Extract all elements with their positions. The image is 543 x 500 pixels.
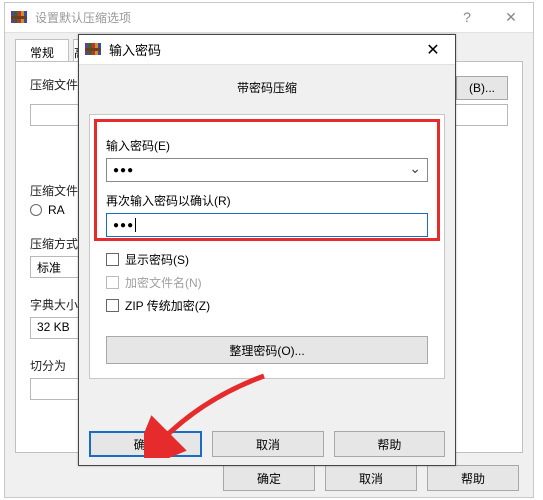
parent-titlebar: 设置默认压缩选项 ? ✕ xyxy=(5,3,533,33)
confirm-password-input[interactable]: ●●● xyxy=(106,213,428,237)
modal-close-icon[interactable]: ✕ xyxy=(411,40,455,60)
confirm-password-value: ●●● xyxy=(113,220,134,231)
winrar-icon xyxy=(85,41,103,59)
checkbox-icon xyxy=(106,299,119,312)
modal-heading: 带密码压缩 xyxy=(89,79,445,96)
organize-passwords-button[interactable]: 整理密码(O)... xyxy=(106,336,428,364)
encrypt-names-checkbox: 加密文件名(N) xyxy=(106,274,428,291)
password-fieldset: 输入密码(E) ●●● 再次输入密码以确认(R) ●●● 显示密码(S) xyxy=(89,114,445,379)
encrypt-names-label: 加密文件名(N) xyxy=(125,274,202,291)
modal-cancel-button[interactable]: 取消 xyxy=(212,431,323,457)
show-password-checkbox[interactable]: 显示密码(S) xyxy=(106,251,428,268)
modal-title: 输入密码 xyxy=(109,40,411,59)
password-input[interactable]: ●●● xyxy=(106,158,428,182)
archive-name-label: 压缩文件 xyxy=(30,78,78,92)
help-icon[interactable]: ? xyxy=(445,9,489,26)
winrar-icon xyxy=(11,9,29,27)
password-value: ●●● xyxy=(113,165,134,176)
confirm-password-label: 再次输入密码以确认(R) xyxy=(106,192,428,209)
password-dialog: 输入密码 ✕ 带密码压缩 输入密码(E) ●●● 再次输入密码以确认(R) ●●… xyxy=(78,34,456,466)
checkbox-icon xyxy=(106,253,119,266)
checkbox-icon xyxy=(106,276,119,289)
zip-legacy-checkbox[interactable]: ZIP 传统加密(Z) xyxy=(106,297,428,314)
browse-button[interactable]: (B)... xyxy=(456,76,508,100)
zip-legacy-label: ZIP 传统加密(Z) xyxy=(125,297,210,314)
format-radio-label: RA xyxy=(48,203,65,217)
close-icon[interactable]: ✕ xyxy=(489,9,533,26)
modal-ok-button[interactable]: 确定 xyxy=(89,431,202,457)
modal-help-button[interactable]: 帮助 xyxy=(334,431,445,457)
modal-titlebar: 输入密码 ✕ xyxy=(79,35,455,65)
parent-cancel-button[interactable]: 取消 xyxy=(325,465,417,491)
show-password-label: 显示密码(S) xyxy=(125,251,189,268)
parent-ok-button[interactable]: 确定 xyxy=(223,465,315,491)
password-label: 输入密码(E) xyxy=(106,137,428,154)
parent-title: 设置默认压缩选项 xyxy=(35,9,445,26)
modal-body: 带密码压缩 输入密码(E) ●●● 再次输入密码以确认(R) ●●● 显示密码(… xyxy=(89,79,445,421)
parent-window-controls: ? ✕ xyxy=(445,9,533,26)
parent-help-button[interactable]: 帮助 xyxy=(427,465,519,491)
modal-footer: 确定 取消 帮助 xyxy=(89,431,445,457)
parent-footer: 确定 取消 帮助 xyxy=(5,465,533,491)
format-radio[interactable] xyxy=(30,204,42,216)
